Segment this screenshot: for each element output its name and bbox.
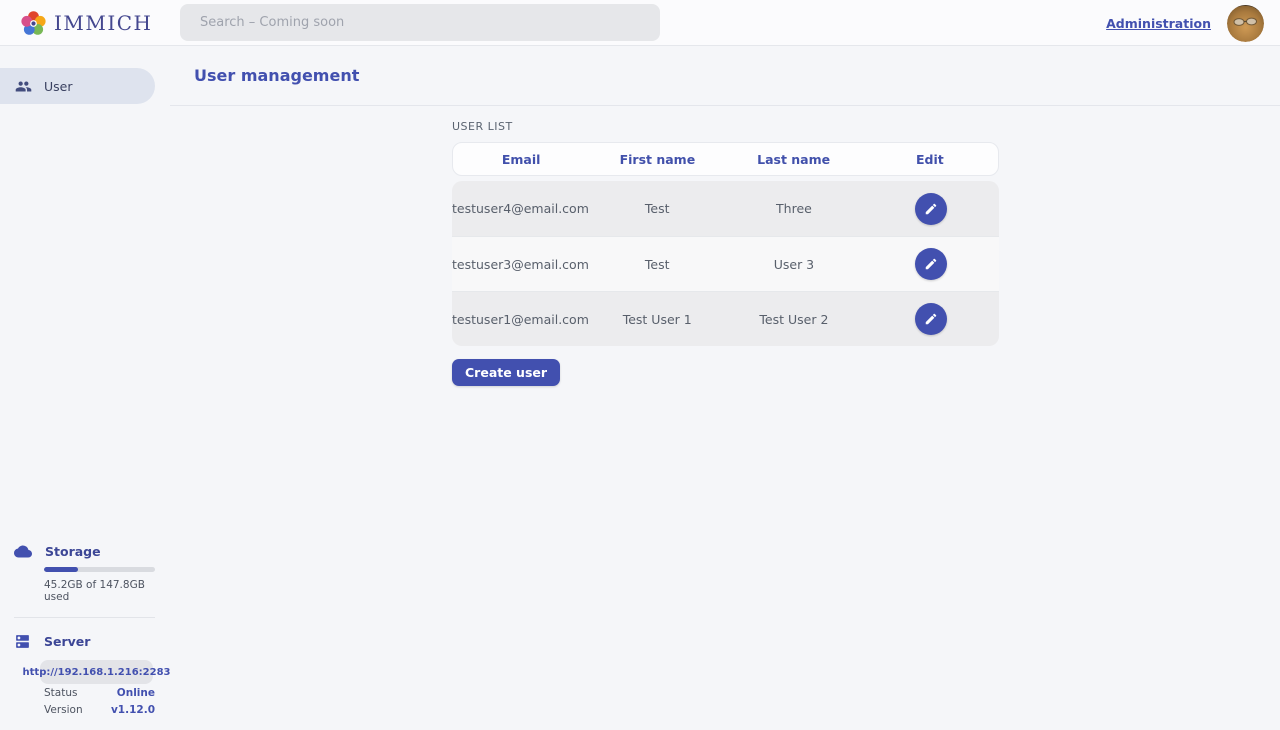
column-header-email: Email	[453, 152, 589, 167]
pencil-icon	[924, 202, 938, 216]
user-list-section: USER LIST Email First name Last name Edi…	[155, 120, 1280, 386]
sidebar: User Storage 45.2GB of 147.8GB used Serv…	[0, 46, 155, 730]
sidebar-item-user[interactable]: User	[0, 68, 155, 104]
storage-title: Storage	[45, 544, 101, 559]
cell-first-name: Test	[589, 201, 726, 216]
cell-first-name: Test	[589, 257, 726, 272]
app-logo: IMMICH	[20, 0, 153, 46]
version-value: v1.12.0	[111, 704, 155, 716]
page-title: User management	[194, 66, 359, 85]
pencil-icon	[924, 257, 938, 271]
version-label: Version	[44, 704, 83, 716]
storage-section-header: Storage	[0, 542, 155, 560]
edit-user-button[interactable]	[915, 303, 947, 335]
storage-progress-fill	[44, 567, 78, 572]
cell-email: testuser3@email.com	[452, 257, 589, 272]
server-url-badge: http://192.168.1.216:2283	[40, 660, 153, 684]
column-header-edit: Edit	[862, 152, 998, 167]
storage-usage-text: 45.2GB of 147.8GB used	[44, 579, 155, 603]
sidebar-divider	[14, 617, 155, 618]
server-icon	[14, 633, 31, 650]
sidebar-item-label: User	[44, 79, 73, 94]
column-header-first-name: First name	[589, 152, 725, 167]
user-avatar[interactable]	[1227, 5, 1264, 42]
server-title: Server	[44, 634, 90, 649]
server-section-header: Server	[0, 632, 155, 650]
edit-user-button[interactable]	[915, 248, 947, 280]
edit-user-button[interactable]	[915, 193, 947, 225]
sidebar-status-panel: Storage 45.2GB of 147.8GB used Server ht…	[0, 542, 155, 730]
app-title: IMMICH	[54, 11, 153, 35]
table-body: testuser4@email.com Test Three	[452, 181, 999, 346]
user-table: Email First name Last name Edit testuser…	[452, 142, 999, 346]
status-value: Online	[117, 687, 155, 699]
status-label: Status	[44, 687, 77, 699]
immich-flower-icon	[20, 10, 47, 37]
top-bar: IMMICH Administration	[0, 0, 1280, 46]
cell-last-name: Test User 2	[726, 312, 863, 327]
pencil-icon	[924, 312, 938, 326]
cell-last-name: Three	[726, 201, 863, 216]
search-input[interactable]	[180, 4, 660, 41]
cell-first-name: Test User 1	[589, 312, 726, 327]
server-status-row: Status Online	[44, 684, 155, 701]
storage-progress-bar	[44, 567, 155, 572]
section-label: USER LIST	[452, 120, 1280, 133]
page-header: User management	[170, 46, 1280, 106]
table-row: testuser4@email.com Test Three	[452, 181, 999, 236]
cell-email: testuser4@email.com	[452, 201, 589, 216]
table-header-row: Email First name Last name Edit	[452, 142, 999, 176]
create-user-button[interactable]: Create user	[452, 359, 560, 386]
column-header-last-name: Last name	[726, 152, 862, 167]
server-version-row: Version v1.12.0	[44, 701, 155, 718]
top-right-group: Administration	[1106, 0, 1264, 46]
cell-email: testuser1@email.com	[452, 312, 589, 327]
cell-last-name: User 3	[726, 257, 863, 272]
administration-link[interactable]: Administration	[1106, 16, 1211, 31]
users-icon	[15, 78, 32, 95]
table-row: testuser3@email.com Test User 3	[452, 236, 999, 291]
main-area: User management USER LIST Email First na…	[155, 46, 1280, 730]
cloud-icon	[14, 545, 32, 558]
table-row: testuser1@email.com Test User 1 Test Use…	[452, 291, 999, 346]
